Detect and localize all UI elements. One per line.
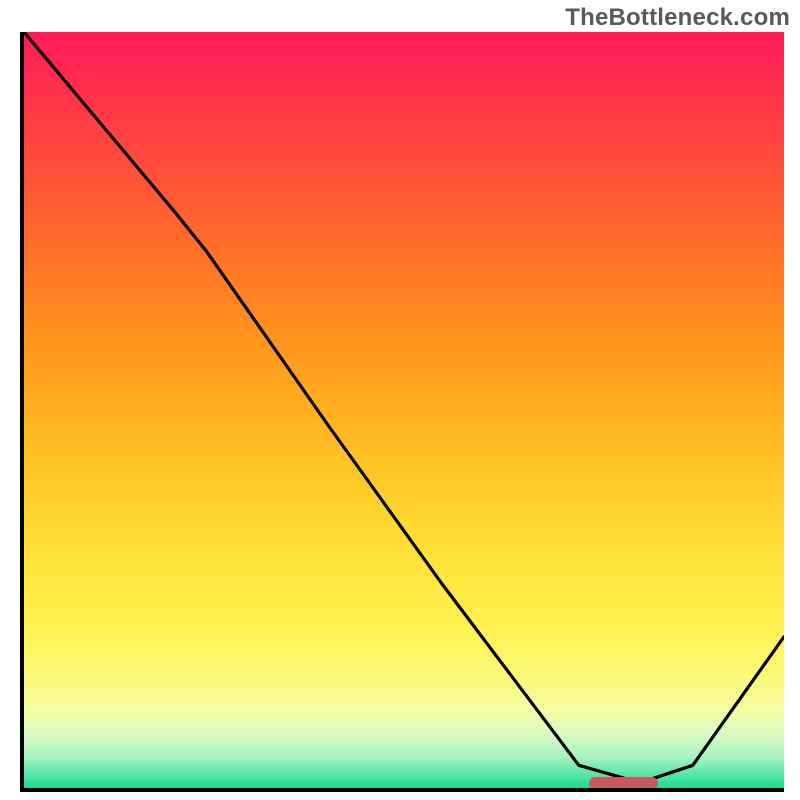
plot-area bbox=[20, 32, 784, 792]
watermark-text: TheBottleneck.com bbox=[565, 4, 790, 32]
optimum-marker bbox=[589, 777, 658, 789]
curve-path bbox=[24, 32, 784, 780]
chart-container: TheBottleneck.com bbox=[0, 0, 800, 800]
curve-svg bbox=[24, 32, 784, 788]
